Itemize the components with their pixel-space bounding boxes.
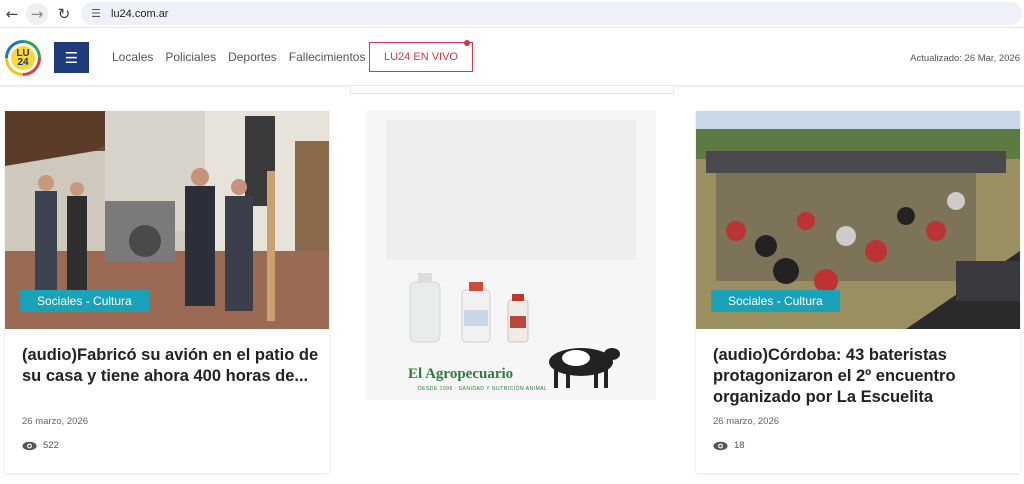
nav-item-fallecimientos[interactable]: Fallecimientos <box>289 50 366 64</box>
back-arrow-icon[interactable]: ← <box>1 3 23 25</box>
eye-icon <box>713 441 728 450</box>
article-title[interactable]: (audio)Córdoba: 43 bateristas protagoniz… <box>713 345 1013 408</box>
url-text: lu24.com.ar <box>111 7 169 20</box>
dropdown-edge <box>350 86 674 94</box>
hamburger-icon: ☰ <box>64 48 79 67</box>
site-logo[interactable]: LU 24 <box>5 40 41 76</box>
article-card[interactable]: Sociales - Cultura (audio)Córdoba: 43 ba… <box>696 111 1020 473</box>
browser-toolbar: ← → ↻ ☰ lu24.com.ar <box>0 0 1024 28</box>
forward-arrow-icon[interactable]: → <box>26 2 48 25</box>
article-date: 26 marzo, 2026 <box>713 416 780 427</box>
live-button[interactable]: LU24 EN VIVO <box>369 40 473 72</box>
reload-icon[interactable]: ↻ <box>53 3 75 25</box>
logo-text: LU 24 <box>5 49 41 68</box>
category-badge[interactable]: Sociales - Cultura <box>20 290 149 312</box>
nav-item-policiales[interactable]: Policiales <box>165 50 216 64</box>
article-image[interactable]: Sociales - Cultura <box>5 111 329 329</box>
eye-icon <box>22 441 37 450</box>
address-bar[interactable]: ☰ lu24.com.ar <box>81 2 1022 25</box>
article-views: 522 <box>22 440 59 451</box>
category-badge[interactable]: Sociales - Cultura <box>711 290 840 312</box>
nav-item-locales[interactable]: Locales <box>112 50 153 64</box>
advertisement-banner[interactable]: El Agropecuario DESDE 1996 · SANIDAD Y N… <box>366 110 656 400</box>
article-date: 26 marzo, 2026 <box>22 416 89 427</box>
agro-products-image <box>366 110 656 400</box>
article-views: 18 <box>713 440 745 451</box>
article-title[interactable]: (audio)Fabricó su avión en el patio de s… <box>22 345 322 387</box>
updated-timestamp: Actualizado: 26 Mar, 2026 <box>910 53 1020 64</box>
ad-brand-name: El Agropecuario <box>408 366 514 382</box>
live-indicator-dot <box>464 40 470 46</box>
site-header: LU 24 ☰ Locales Policiales Deportes Fall… <box>0 29 1024 86</box>
view-count: 522 <box>43 440 59 451</box>
nav-item-deportes[interactable]: Deportes <box>228 50 277 64</box>
article-card[interactable]: Sociales - Cultura (audio)Fabricó su avi… <box>5 111 329 473</box>
logo-text-line2: 24 <box>17 57 29 68</box>
article-image[interactable]: Sociales - Cultura <box>696 111 1020 329</box>
site-info-icon[interactable]: ☰ <box>89 7 103 21</box>
view-count: 18 <box>734 440 745 451</box>
hamburger-menu-button[interactable]: ☰ <box>54 42 89 73</box>
main-nav: Locales Policiales Deportes Fallecimient… <box>112 50 377 64</box>
ad-brand-subtitle: DESDE 1996 · SANIDAD Y NUTRICIÓN ANIMAL <box>418 386 548 392</box>
live-button-label: LU24 EN VIVO <box>384 51 458 63</box>
